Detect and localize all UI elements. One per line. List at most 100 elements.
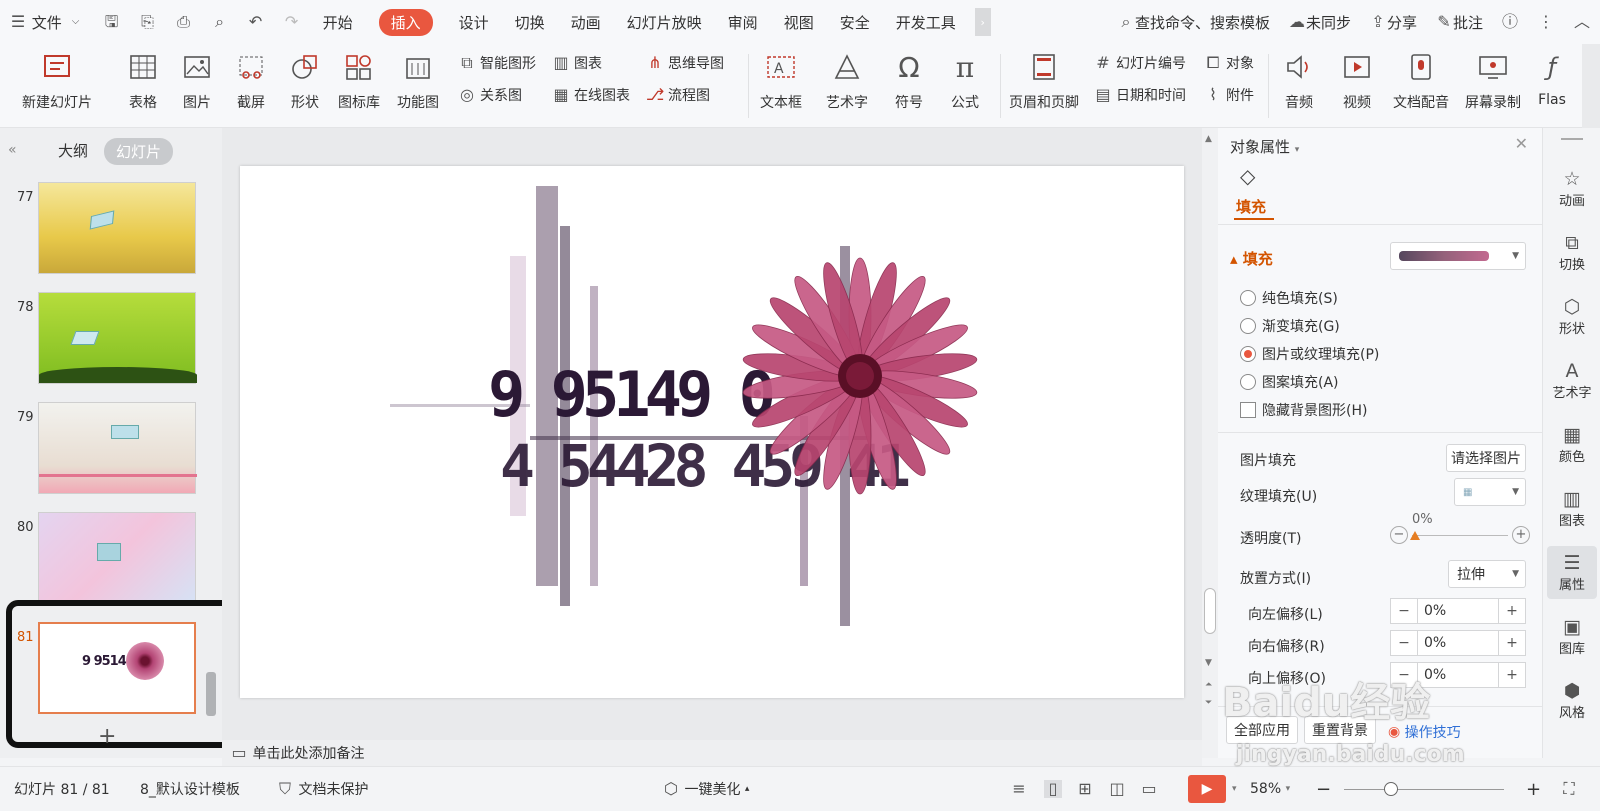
select-picture-button[interactable]: 请选择图片 bbox=[1446, 444, 1526, 472]
object-button[interactable]: ⧠ 对象 bbox=[1204, 50, 1254, 76]
slide-thumbnail-80[interactable] bbox=[38, 512, 196, 604]
new-slide-button[interactable]: 新建幻灯片 bbox=[12, 44, 102, 128]
formula-button[interactable]: π 公式 bbox=[940, 44, 990, 128]
sorter-view-button[interactable]: ⊞ bbox=[1076, 767, 1094, 811]
textbox-button[interactable]: A 文本框 bbox=[752, 44, 810, 128]
fill-option-picture[interactable]: 图片或纹理填充(P) bbox=[1240, 344, 1379, 364]
zoom-in-button[interactable]: + bbox=[1526, 767, 1541, 811]
attachment-button[interactable]: ⌇ 附件 bbox=[1204, 82, 1254, 108]
ribbon-scroll[interactable] bbox=[1582, 44, 1600, 128]
fill-preview-dropdown[interactable]: ▼ bbox=[1390, 242, 1526, 270]
help-button[interactable]: ⓘ bbox=[1492, 0, 1528, 44]
transparency-increase[interactable]: + bbox=[1512, 526, 1530, 544]
sidebar-item-properties[interactable]: ☰ 属性 bbox=[1547, 546, 1597, 599]
wordart-button[interactable]: 艺术字 bbox=[818, 44, 876, 128]
play-button[interactable]: ▶ bbox=[1188, 767, 1226, 811]
offset-right-stepper[interactable]: −0% + bbox=[1390, 630, 1526, 656]
slide-thumbnail-78[interactable] bbox=[38, 292, 197, 384]
more-button[interactable]: ⋮ bbox=[1528, 0, 1564, 44]
sidebar-item-style[interactable]: ⬢ 风格 bbox=[1543, 680, 1600, 721]
add-slide-icon[interactable]: + bbox=[98, 724, 116, 749]
scroll-thumb[interactable] bbox=[1204, 588, 1216, 634]
search-box[interactable]: ⌕ 查找命令、搜索模板 bbox=[1108, 0, 1279, 44]
sidebar-item-wordart[interactable]: A 艺术字 bbox=[1543, 360, 1600, 401]
collapse-panel-icon[interactable]: « bbox=[8, 142, 17, 158]
slide-thumbnail-81[interactable]: 9 95149 0 bbox=[38, 622, 196, 714]
panel-scrollbar[interactable] bbox=[206, 672, 216, 716]
online-chart-button[interactable]: ▦ 在线图表 bbox=[552, 82, 630, 108]
sidebar-item-animation[interactable]: ☆ 动画 bbox=[1543, 168, 1600, 209]
tab-fill[interactable]: 填充 bbox=[1236, 196, 1266, 217]
fill-option-solid[interactable]: 纯色填充(S) bbox=[1240, 288, 1338, 308]
save-button[interactable]: 🖫 bbox=[94, 0, 130, 44]
plus-icon[interactable]: + bbox=[1499, 635, 1525, 651]
transparency-slider[interactable] bbox=[1412, 535, 1508, 536]
tab-design[interactable]: 设计 bbox=[446, 0, 502, 44]
export-button[interactable]: ⎘ bbox=[130, 0, 166, 44]
symbol-button[interactable]: Ω 符号 bbox=[884, 44, 934, 128]
slide-thumbnail-79[interactable] bbox=[38, 402, 197, 494]
offset-left-value[interactable]: 0% bbox=[1417, 599, 1499, 623]
undo-button[interactable]: ↶ bbox=[238, 0, 274, 44]
presenter-view-button[interactable]: ▭ bbox=[1140, 767, 1158, 811]
audio-button[interactable]: 音频 bbox=[1272, 44, 1326, 128]
tab-home[interactable]: 开始 bbox=[310, 0, 366, 44]
minus-icon[interactable]: − bbox=[1391, 603, 1417, 619]
plus-icon[interactable]: + bbox=[1499, 667, 1525, 683]
fill-section-header[interactable]: ▴ 填充 bbox=[1230, 248, 1273, 269]
tab-outline[interactable]: 大纲 bbox=[58, 140, 88, 161]
plus-icon[interactable]: + bbox=[1499, 603, 1525, 619]
share-button[interactable]: ⇪ 分享 bbox=[1360, 0, 1426, 44]
comment-button[interactable]: ✎ 批注 bbox=[1426, 0, 1492, 44]
reading-view-button[interactable]: ◫ bbox=[1108, 767, 1126, 811]
collapse-ribbon-button[interactable]: ︿ bbox=[1564, 0, 1600, 44]
sidebar-item-chart[interactable]: ▥ 图表 bbox=[1543, 488, 1600, 529]
sync-button[interactable]: ☁ 未同步 bbox=[1279, 0, 1360, 44]
notes-bar[interactable]: ▭ 单击此处添加备注 bbox=[222, 740, 1202, 766]
prev-slide-icon[interactable]: ⏶ bbox=[1205, 680, 1212, 690]
screenshot-button[interactable]: 截屏 bbox=[226, 44, 276, 128]
tab-animation[interactable]: 动画 bbox=[558, 0, 614, 44]
fit-window-button[interactable]: ⛶ bbox=[1560, 767, 1578, 811]
tab-security[interactable]: 安全 bbox=[827, 0, 883, 44]
slide-number-button[interactable]: # 幻灯片编号 bbox=[1094, 50, 1186, 76]
tab-developer[interactable]: 开发工具 bbox=[883, 0, 969, 44]
fill-option-gradient[interactable]: 渐变填充(G) bbox=[1240, 316, 1340, 336]
mind-map-button[interactable]: ⋔ 思维导图 bbox=[646, 50, 724, 76]
preview-button[interactable]: ⌕ bbox=[202, 0, 238, 44]
placement-dropdown[interactable]: 拉伸 ▼ bbox=[1448, 560, 1526, 588]
sidebar-item-shape[interactable]: ⬡ 形状 bbox=[1543, 296, 1600, 337]
scroll-up-icon[interactable]: ▲ bbox=[1205, 134, 1212, 144]
sidebar-item-color[interactable]: ▦ 颜色 bbox=[1543, 424, 1600, 465]
transparency-decrease[interactable]: − bbox=[1390, 526, 1408, 544]
zoom-dropdown[interactable]: 58% ▾ bbox=[1250, 767, 1290, 811]
table-button[interactable]: 表格 bbox=[118, 44, 168, 128]
redo-button[interactable]: ↷ bbox=[274, 0, 310, 44]
file-menu[interactable]: ☰ 文件 ⌵ bbox=[0, 0, 94, 44]
icon-library-button[interactable]: 图标库 bbox=[334, 44, 384, 128]
tab-slideshow[interactable]: 幻灯片放映 bbox=[614, 0, 715, 44]
notes-toggle[interactable]: ≡ bbox=[1010, 767, 1028, 811]
header-footer-button[interactable]: 页眉和页脚 bbox=[1004, 44, 1084, 128]
slide-canvas[interactable]: 9 95149 0 4 54428 459 41 bbox=[240, 166, 1184, 698]
fill-option-pattern[interactable]: 图案填充(A) bbox=[1240, 372, 1339, 392]
transparency-handle[interactable] bbox=[1410, 531, 1420, 540]
tab-review[interactable]: 审阅 bbox=[715, 0, 771, 44]
sidebar-item-transition[interactable]: ⧉ 切换 bbox=[1543, 232, 1600, 273]
panel-title[interactable]: 对象属性 ▾ bbox=[1230, 136, 1299, 157]
video-button[interactable]: 视频 bbox=[1330, 44, 1384, 128]
texture-dropdown[interactable]: ▦ ▼ bbox=[1454, 478, 1526, 506]
minus-icon[interactable]: − bbox=[1391, 635, 1417, 651]
tab-transition[interactable]: 切换 bbox=[502, 0, 558, 44]
normal-view-button[interactable]: ▯ bbox=[1044, 767, 1062, 811]
template-name[interactable]: 8_默认设计模板 bbox=[140, 767, 240, 811]
chart-button[interactable]: ▥ 图表 bbox=[552, 50, 602, 76]
scroll-down-icon[interactable]: ▼ bbox=[1205, 658, 1212, 668]
smart-art-button[interactable]: ⧉ 智能图形 bbox=[458, 50, 536, 76]
flowchart-button[interactable]: ⎇ 流程图 bbox=[646, 82, 710, 108]
voiceover-button[interactable]: 文档配音 bbox=[1386, 44, 1456, 128]
offset-right-value[interactable]: 0% bbox=[1417, 631, 1499, 655]
relation-button[interactable]: ◎ 关系图 bbox=[458, 82, 522, 108]
tab-slides[interactable]: 幻灯片 bbox=[104, 138, 174, 165]
offset-left-stepper[interactable]: −0% + bbox=[1390, 598, 1526, 624]
